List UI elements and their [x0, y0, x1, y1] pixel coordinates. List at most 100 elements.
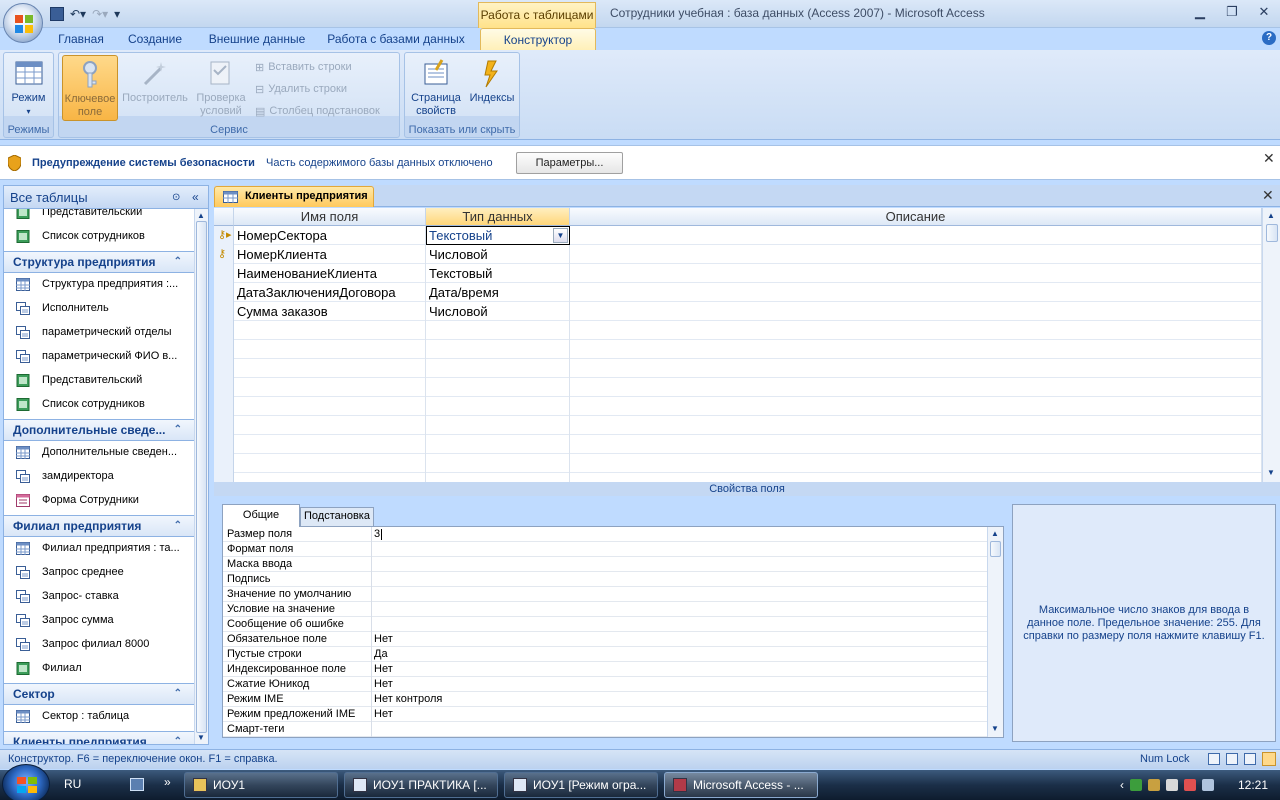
insert-rows-button[interactable]: ⊞ Вставить строки [255, 57, 352, 77]
security-options-button[interactable]: Параметры... [516, 152, 623, 174]
table-row[interactable] [214, 321, 1264, 340]
data-type-cell[interactable] [426, 435, 570, 454]
table-row[interactable]: ДатаЗаключенияДоговора Дата/время [214, 283, 1264, 302]
nav-item[interactable]: параметрический ФИО в... [4, 345, 194, 367]
nav-item[interactable]: замдиректора [4, 465, 194, 487]
description-cell[interactable] [570, 321, 1262, 340]
description-cell[interactable] [570, 435, 1262, 454]
field-name-cell[interactable] [234, 321, 426, 340]
document-tab[interactable]: Клиенты предприятия [214, 186, 374, 207]
show-desktop-icon[interactable] [130, 778, 144, 791]
property-value[interactable]: Нет [371, 707, 987, 722]
row-selector[interactable] [214, 454, 234, 473]
nav-item[interactable]: Запрос филиал 8000 [4, 633, 194, 655]
description-cell[interactable] [570, 283, 1262, 302]
primary-key-button[interactable]: Ключевое поле [62, 55, 118, 121]
column-header-description[interactable]: Описание [570, 208, 1262, 226]
collapse-group-icon[interactable]: ⌃ [174, 684, 182, 704]
tab-lookup[interactable]: Подстановка [300, 507, 374, 526]
property-row[interactable]: Маска ввода [223, 557, 987, 572]
nav-item[interactable]: Запрос сумма [4, 609, 194, 631]
nav-item[interactable]: Структура предприятия :... [4, 273, 194, 295]
start-button[interactable] [2, 764, 50, 800]
collapse-group-icon[interactable]: ⌃ [174, 252, 182, 272]
grid-corner[interactable] [214, 208, 234, 226]
nav-group-header[interactable]: Филиал предприятия ⌃ [4, 515, 194, 537]
field-name-cell[interactable] [234, 435, 426, 454]
data-type-cell[interactable] [426, 340, 570, 359]
grid-scroll-thumb[interactable] [1266, 224, 1278, 242]
test-rules-button[interactable]: Проверка условий [191, 55, 251, 121]
volume-icon[interactable] [1202, 779, 1214, 791]
scroll-up-icon[interactable]: ▲ [991, 529, 999, 538]
row-selector[interactable] [214, 283, 234, 302]
table-row[interactable]: ⚷ НомерКлиента Числовой [214, 245, 1264, 264]
data-type-cell[interactable] [426, 454, 570, 473]
collapse-group-icon[interactable]: ⌃ [174, 732, 182, 744]
taskbar-button[interactable]: ИОУ1 [184, 772, 338, 798]
property-value[interactable]: Нет [371, 662, 987, 677]
table-row[interactable]: ⚷▸ Текстовый ▼ НомерСектора [214, 226, 1264, 245]
close-icon[interactable]: ✕ [1263, 150, 1275, 167]
nav-item[interactable]: параметрический отделы [4, 321, 194, 343]
nav-item[interactable]: Сектор : таблица [4, 705, 194, 727]
description-cell[interactable] [570, 226, 1262, 245]
tab-general[interactable]: Общие [222, 504, 300, 527]
property-row[interactable]: Пустые строки Да [223, 647, 987, 662]
view-mode-button[interactable]: Режим ▾ [4, 55, 53, 121]
nav-item[interactable]: Список сотрудников [4, 225, 194, 247]
properties-scrollbar[interactable]: ▲ ▼ [987, 527, 1003, 737]
nav-pane-header[interactable]: Все таблицы ⊙ « [4, 186, 208, 209]
field-name-cell[interactable] [234, 397, 426, 416]
table-row[interactable] [214, 454, 1264, 473]
tab-database-tools[interactable]: Работа с базами данных [322, 28, 470, 50]
property-row[interactable]: Сообщение об ошибке [223, 617, 987, 632]
antivirus-icon[interactable] [1184, 779, 1196, 791]
taskbar-button[interactable]: Microsoft Access - ... [664, 772, 818, 798]
data-type-cell[interactable]: Дата/время [426, 283, 570, 302]
scroll-down-icon[interactable]: ▼ [197, 733, 205, 742]
property-value[interactable]: Нет [371, 632, 987, 647]
table-row[interactable] [214, 416, 1264, 435]
table-row[interactable]: Сумма заказов Числовой [214, 302, 1264, 321]
data-type-cell[interactable]: Текстовый [426, 264, 570, 283]
scroll-down-icon[interactable]: ▼ [991, 724, 999, 733]
collapse-pane-icon[interactable]: « [192, 186, 199, 209]
network-icon[interactable] [1130, 779, 1142, 791]
description-cell[interactable] [570, 245, 1262, 264]
property-value[interactable] [371, 542, 987, 557]
datasheet-view-icon[interactable] [1208, 753, 1220, 765]
help-icon[interactable]: ? [1262, 31, 1276, 45]
row-selector[interactable] [214, 416, 234, 435]
description-cell[interactable] [570, 302, 1262, 321]
nav-item[interactable]: Запрос среднее [4, 561, 194, 583]
builder-button[interactable]: Построитель [122, 55, 188, 121]
field-name-cell[interactable]: ДатаЗаключенияДоговора [234, 283, 426, 302]
field-name-cell[interactable]: НомерСектора [234, 226, 426, 245]
tab-create[interactable]: Создание [120, 28, 190, 50]
property-sheet-button[interactable]: Страница свойств [407, 55, 465, 121]
field-name-cell[interactable] [234, 416, 426, 435]
language-indicator[interactable]: RU [64, 777, 81, 791]
property-row[interactable]: Обязательное поле Нет [223, 632, 987, 647]
data-type-cell[interactable] [426, 397, 570, 416]
chevron-right-icon[interactable]: » [164, 775, 171, 789]
nav-item[interactable]: Исполнитель [4, 297, 194, 319]
data-type-cell[interactable]: Числовой [426, 245, 570, 264]
property-row[interactable]: Формат поля [223, 542, 987, 557]
field-name-cell[interactable]: НомерКлиента [234, 245, 426, 264]
data-type-cell[interactable] [426, 359, 570, 378]
table-row[interactable] [214, 435, 1264, 454]
tab-external-data[interactable]: Внешние данные [200, 28, 314, 50]
row-selector[interactable] [214, 321, 234, 340]
description-cell[interactable] [570, 454, 1262, 473]
property-value[interactable] [371, 722, 987, 737]
table-row[interactable] [214, 359, 1264, 378]
table-row[interactable] [214, 340, 1264, 359]
data-type-cell[interactable] [426, 321, 570, 340]
data-type-cell[interactable] [426, 378, 570, 397]
nav-item[interactable]: Филиал предприятия : та... [4, 537, 194, 559]
restore-button[interactable]: ❐ [1220, 4, 1244, 20]
property-value[interactable]: Нет [371, 677, 987, 692]
nav-item[interactable]: Дополнительные сведен... [4, 441, 194, 463]
